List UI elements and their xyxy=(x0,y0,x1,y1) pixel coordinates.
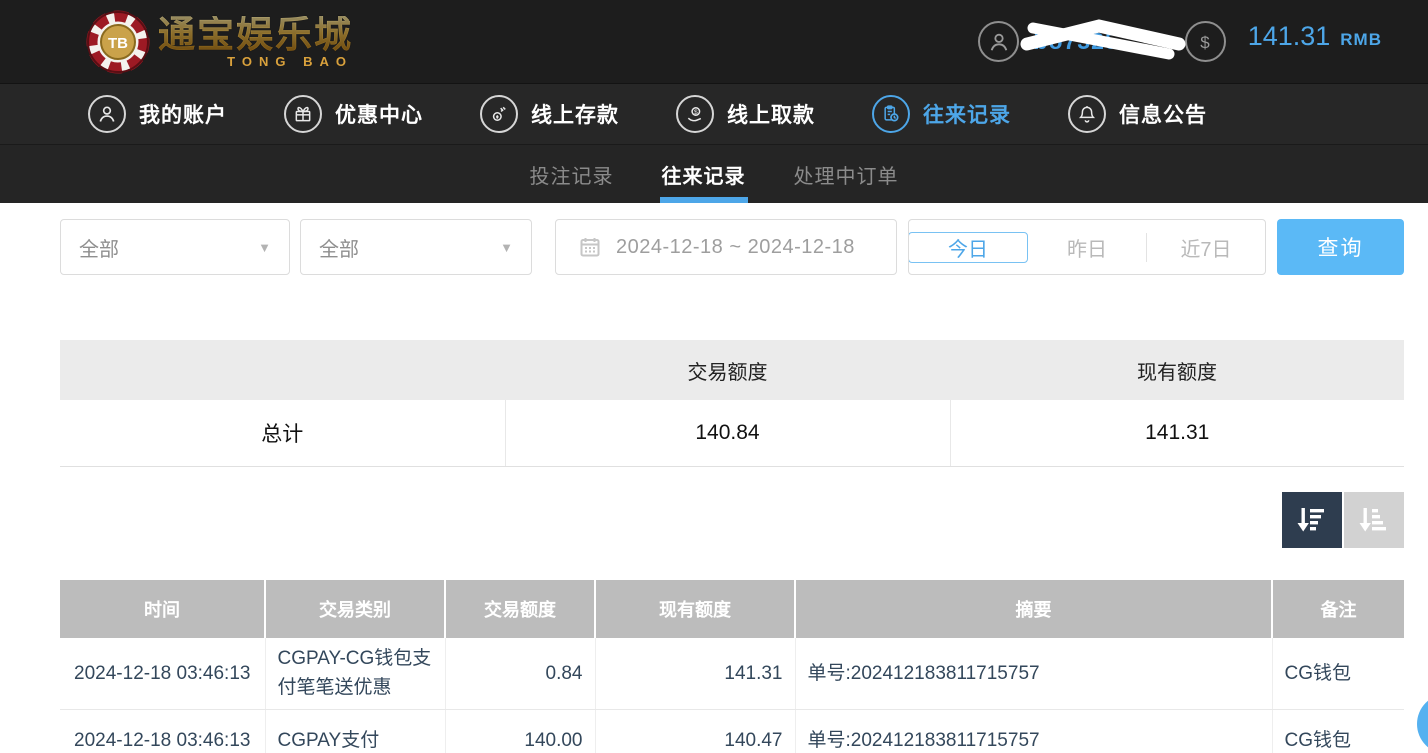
cell-transaction-type: CGPAY-CG钱包支付笔笔送优惠 xyxy=(265,638,445,709)
svg-text:$: $ xyxy=(1200,33,1210,52)
col-header-summary: 摘要 xyxy=(795,580,1272,638)
col-header-transaction-amount: 交易额度 xyxy=(445,580,595,638)
withdraw-hand-coin-icon: $ xyxy=(676,95,714,133)
sort-ascending-button[interactable] xyxy=(1344,492,1404,548)
cell-remark: CG钱包 xyxy=(1272,709,1404,753)
yesterday-button[interactable]: 昨日 xyxy=(1028,233,1147,262)
nav-item-deposit[interactable]: 线上存款 xyxy=(480,95,619,133)
poker-chip-logo-icon: TB xyxy=(86,10,150,74)
svg-text:$: $ xyxy=(694,109,698,116)
nav-item-withdraw[interactable]: $ 线上取款 xyxy=(676,95,815,133)
date-range-value: 2024-12-18 ~ 2024-12-18 xyxy=(616,236,855,259)
cell-transaction-amount: 140.00 xyxy=(445,709,595,753)
summary-header-row: 交易额度 现有额度 xyxy=(60,340,1404,400)
cell-time: 2024-12-18 03:46:13 xyxy=(60,709,265,753)
bell-icon xyxy=(1068,95,1106,133)
last-7-days-button[interactable]: 近7日 xyxy=(1147,233,1265,262)
summary-header-current-balance: 现有额度 xyxy=(950,340,1404,400)
tab-betting-records[interactable]: 投注记录 xyxy=(506,145,638,203)
summary-total-row: 总计 140.84 141.31 xyxy=(60,400,1404,466)
nav-item-promotions[interactable]: 优惠中心 xyxy=(284,95,423,133)
cell-time: 2024-12-18 03:46:13 xyxy=(60,638,265,709)
sort-descending-icon xyxy=(1295,503,1329,537)
sort-ascending-icon xyxy=(1357,503,1391,537)
col-header-time: 时间 xyxy=(60,580,265,638)
dollar-coin-icon: $ xyxy=(1185,21,1226,62)
caret-down-icon: ▼ xyxy=(500,240,513,255)
nav-item-announcements[interactable]: 信息公告 xyxy=(1068,95,1207,133)
account-user-icon xyxy=(88,95,126,133)
table-row: 2024-12-18 03:46:13 CGPAY支付 140.00 140.4… xyxy=(60,709,1404,753)
type-select-dropdown[interactable]: 全部 ▼ xyxy=(60,219,290,275)
nav-item-my-account[interactable]: 我的账户 xyxy=(88,95,227,133)
category-select-dropdown[interactable]: 全部 ▼ xyxy=(300,219,532,275)
summary-header-transaction-amount: 交易额度 xyxy=(505,340,950,400)
cell-current-balance: 141.31 xyxy=(595,638,795,709)
cell-remark: CG钱包 xyxy=(1272,638,1404,709)
cell-transaction-amount: 0.84 xyxy=(445,638,595,709)
site-title: 通宝娱乐城 xyxy=(158,16,353,53)
cell-current-balance: 140.47 xyxy=(595,709,795,753)
summary-transaction-amount: 140.84 xyxy=(505,400,950,466)
transaction-records-page: TB 通宝娱乐城 TONG BAO bo7325 xyxy=(0,0,1428,753)
col-header-transaction-type: 交易类别 xyxy=(265,580,445,638)
balance[interactable]: $ 141.31 RMB xyxy=(1185,21,1382,62)
cell-transaction-type: CGPAY支付 xyxy=(265,709,445,753)
caret-down-icon: ▼ xyxy=(258,240,271,255)
customer-service-floating-button[interactable] xyxy=(1417,694,1428,753)
col-header-current-balance: 现有额度 xyxy=(595,580,795,638)
record-subtabs: 投注记录 往来记录 处理中订单 xyxy=(0,145,1428,203)
search-button[interactable]: 查询 xyxy=(1277,219,1404,275)
today-button[interactable]: 今日 xyxy=(908,232,1028,263)
balance-amount: 141.31 xyxy=(1248,21,1331,52)
col-header-remark: 备注 xyxy=(1272,580,1404,638)
gift-icon xyxy=(284,95,322,133)
sort-descending-button[interactable] xyxy=(1282,492,1342,548)
quick-date-button-group: 今日 昨日 近7日 xyxy=(908,219,1266,275)
table-row: 2024-12-18 03:46:13 CGPAY-CG钱包支付笔笔送优惠 0.… xyxy=(60,638,1404,709)
main-nav: 我的账户 优惠中心 线上存款 xyxy=(0,83,1428,145)
cell-summary: 单号:202412183811715757 xyxy=(795,709,1272,753)
top-right-area: bo7325 $ 141.31 RMB xyxy=(978,21,1382,62)
nav-item-records[interactable]: 往来记录 xyxy=(872,95,1011,133)
tab-transaction-records[interactable]: 往来记录 xyxy=(638,145,770,203)
user-account[interactable]: bo7325 xyxy=(978,21,1118,62)
svg-text:TB: TB xyxy=(108,35,128,52)
summary-total-label: 总计 xyxy=(60,400,505,466)
records-table: 时间 交易类别 交易额度 现有额度 摘要 备注 2024-12-18 03:46… xyxy=(60,580,1404,753)
username: bo7325 xyxy=(1033,28,1118,54)
records-header-row: 时间 交易类别 交易额度 现有额度 摘要 备注 xyxy=(60,580,1404,638)
summary-current-balance: 141.31 xyxy=(950,400,1404,466)
cell-summary: 单号:202412183811715757 xyxy=(795,638,1272,709)
site-subtitle: TONG BAO xyxy=(158,55,353,68)
records-clipboard-clock-icon xyxy=(872,95,910,133)
balance-currency: RMB xyxy=(1340,30,1382,50)
summary-header-empty xyxy=(60,340,505,400)
deposit-hand-coin-icon xyxy=(480,95,518,133)
user-icon xyxy=(978,21,1019,62)
top-bar: TB 通宝娱乐城 TONG BAO bo7325 xyxy=(0,0,1428,83)
date-range-picker[interactable]: 2024-12-18 ~ 2024-12-18 xyxy=(555,219,897,275)
summary-table: 交易额度 现有额度 总计 140.84 141.31 xyxy=(60,340,1404,467)
calendar-icon xyxy=(578,235,602,259)
site-logo[interactable]: TB 通宝娱乐城 TONG BAO xyxy=(86,10,353,74)
tab-processing-orders[interactable]: 处理中订单 xyxy=(770,145,923,203)
